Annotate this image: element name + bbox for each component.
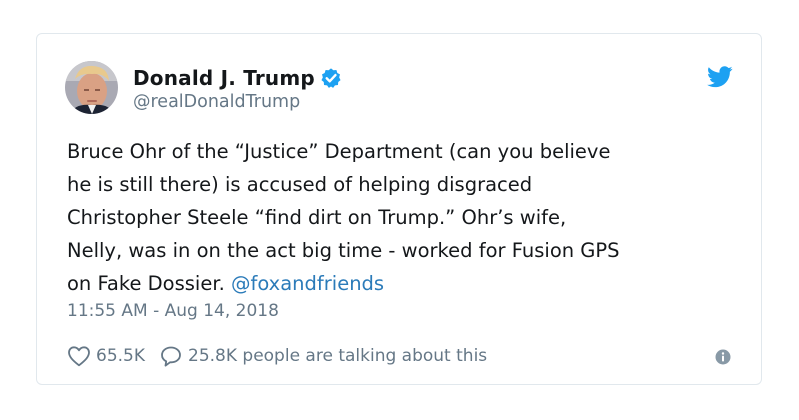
reply-action[interactable]: 25.8K people are talking about this [159,345,487,367]
author-name-row[interactable]: Donald J. Trump [133,65,342,91]
tweet-text-fragment: on Fake Dossier. [67,272,225,295]
avatar[interactable] [65,61,118,114]
info-icon[interactable] [715,349,731,365]
mention-link[interactable]: @foxandfriends [231,272,384,295]
like-count: 65.5K [96,346,145,366]
tweet-text-line: Bruce Ohr of the “Justice” Department (c… [67,140,611,163]
tweet-text-line-last: on Fake Dossier. @foxandfriends [67,267,747,300]
tweet-text: Bruce Ohr of the “Justice” Department (c… [67,135,747,300]
author-display-name[interactable]: Donald J. Trump [133,66,315,90]
verified-badge-icon [320,67,342,89]
like-action[interactable]: 65.5K [67,345,145,367]
tweet-timestamp[interactable]: 11:55 AM - Aug 14, 2018 [67,301,279,321]
speech-bubble-icon[interactable] [159,345,183,367]
reply-count-text: 25.8K people are talking about this [188,346,488,366]
author-handle[interactable]: @realDonaldTrump [133,92,300,112]
heart-icon[interactable] [67,345,91,367]
twitter-bird-icon[interactable] [707,66,733,88]
tweet-text-line: Nelly, was in on the act big time - work… [67,239,620,262]
tweet-card: Donald J. Trump @realDonaldTrump Bruce O… [36,33,762,385]
tweet-text-line: he is still there) is accused of helping… [67,173,533,196]
tweet-actions: 65.5K 25.8K people are talking about thi… [67,343,487,369]
tweet-text-line: Christopher Steele “find dirt on Trump.”… [67,206,567,229]
profile-photo-icon [65,61,118,114]
